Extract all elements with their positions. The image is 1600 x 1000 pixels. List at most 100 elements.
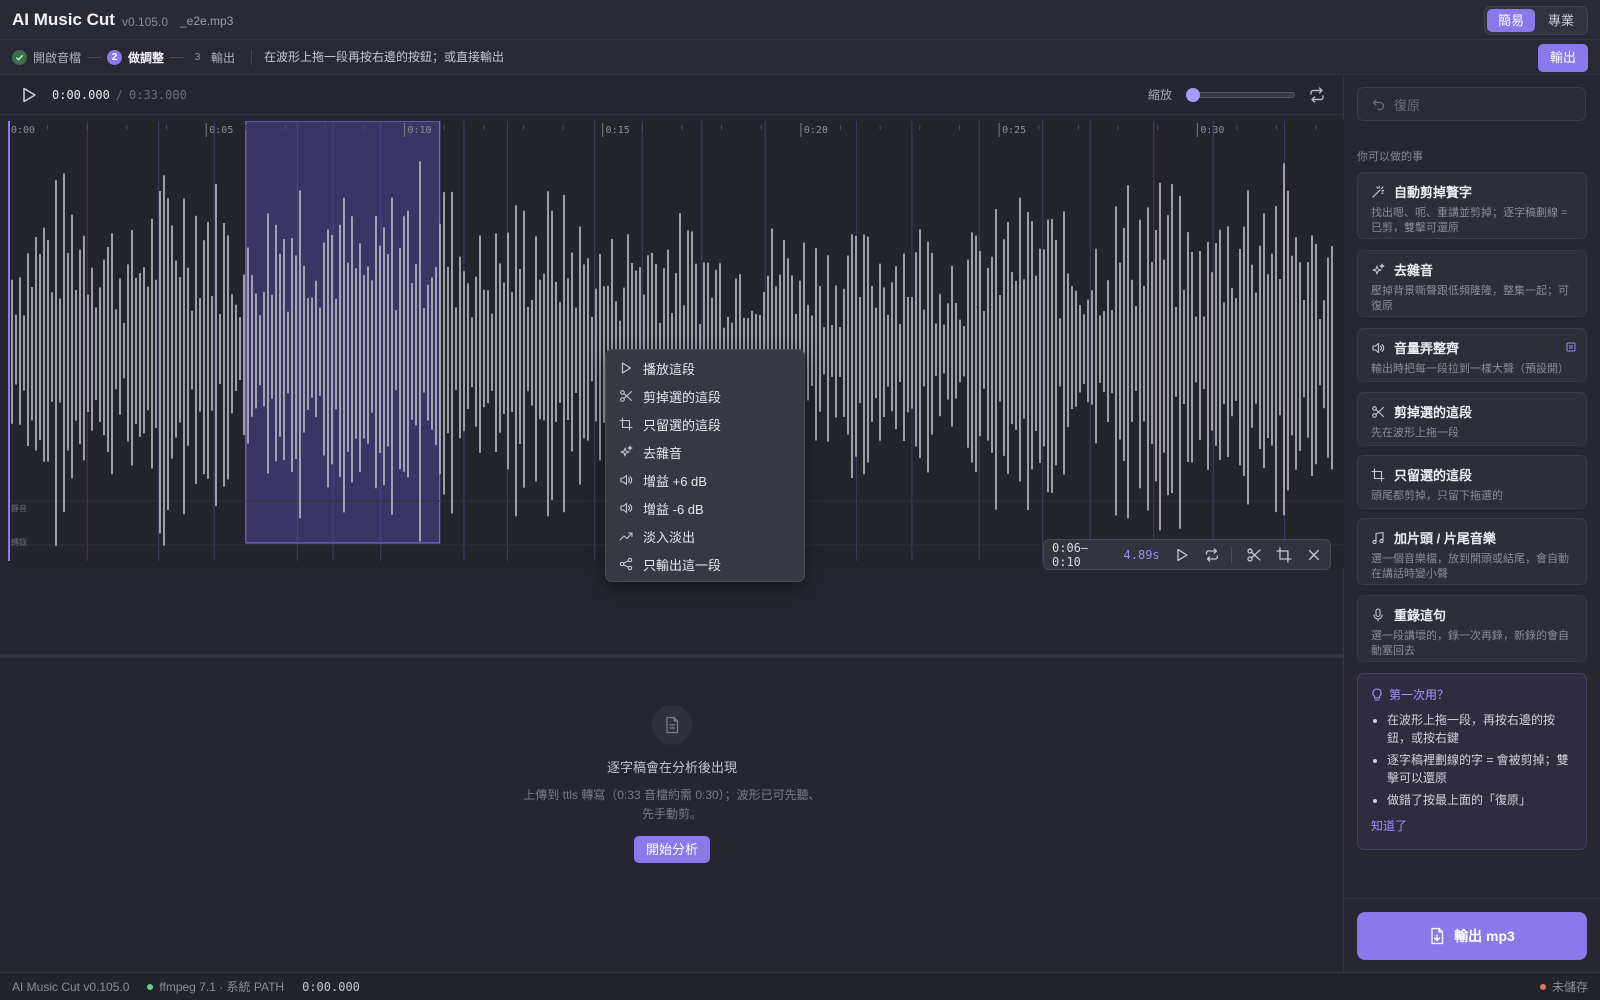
step-adjust[interactable]: 2 做調整	[107, 49, 164, 66]
menu-item-label: 剪掉選的這段	[643, 389, 722, 405]
volume-icon	[620, 474, 633, 486]
card-title: 加片頭 / 片尾音樂	[1394, 531, 1496, 546]
card-denoise[interactable]: 去雜音 壓掉背景嘶聲跟低頻隆隆，整集一起；可復原	[1357, 250, 1587, 317]
status-saved-label: 未儲存	[1551, 980, 1588, 994]
menu-item-cut-segment[interactable]: 剪掉選的這段	[606, 382, 804, 410]
crop-icon	[619, 417, 633, 431]
export-button[interactable]: 輸出	[1537, 44, 1588, 72]
loop-icon[interactable]	[1308, 86, 1326, 104]
menu-item-gain-up[interactable]: 增益 +6 dB	[606, 466, 804, 494]
step-label: 做調整	[128, 50, 165, 65]
card-normalize-volume[interactable]: 音量弄整齊 輸出時把每一段拉到一樣大聲（預設開）	[1357, 328, 1587, 382]
undo-button[interactable]: 復原	[1357, 87, 1586, 121]
lane-label: 轉錄	[11, 537, 27, 547]
context-menu: 播放這段 剪掉選的這段 只留選的這段 去雜音 增益 +6 dB 增益 -6 dB…	[605, 349, 805, 582]
status-app-version: AI Music Cut v0.105.0	[12, 979, 130, 994]
crop-icon	[1371, 467, 1385, 482]
card-rerecord[interactable]: 重錄這句 選一段講壞的，錄一次再錄，新錄的會自動塞回去	[1357, 595, 1587, 662]
file-export-icon	[1431, 927, 1444, 945]
card-keep-selection[interactable]: 只留選的這段 頭尾都剪掉，只留下拖選的	[1357, 455, 1587, 509]
total-time: 0:33.000	[129, 87, 187, 102]
zoom-label: 縮放	[1147, 88, 1172, 102]
export-mp3-label: 輸出 mp3	[1454, 928, 1515, 944]
menu-item-fade[interactable]: 淡入淡出	[606, 522, 804, 550]
step-separator	[87, 56, 102, 58]
start-analysis-button[interactable]: 開始分析	[633, 836, 710, 863]
first-time-tips: 第一次用？ 在波形上拖一段，再按右邊的按鈕，或按右鍵 逐字稿裡劃線的字 = 會被…	[1357, 673, 1587, 850]
toolbar-divider	[1231, 546, 1233, 563]
step-number: 2	[107, 49, 123, 65]
mode-pro-button[interactable]: 專業	[1537, 9, 1585, 32]
empty-state-line: 先手動剪。	[641, 807, 702, 821]
wand-icon	[1372, 185, 1385, 198]
mode-simple-button[interactable]: 簡易	[1486, 9, 1535, 32]
menu-item-keep-segment[interactable]: 只留選的這段	[606, 410, 804, 438]
sparkle-icon	[1372, 263, 1385, 274]
step-open-audio[interactable]: 開啟音檔	[12, 49, 81, 66]
dismiss-tips-link[interactable]: 知道了	[1371, 817, 1407, 834]
editor-main: 0:00.000 / 0:33.000 縮放 0:00 0:05 0:10 0:15 0…	[0, 75, 1344, 972]
file-name: _e2e.mp3	[180, 13, 234, 28]
selection-region[interactable]	[245, 121, 440, 543]
zoom-slider[interactable]	[1186, 88, 1295, 102]
check-icon	[12, 49, 27, 65]
ruler-label: 0:00	[11, 125, 35, 136]
empty-state-description: 上傳到 ttls 轉寫（0:33 音檔約需 0:30）；波形已可先聽、 先手動剪…	[0, 786, 1344, 824]
card-title: 音量弄整齊	[1394, 341, 1460, 356]
app-name: AI Music Cut	[12, 9, 115, 29]
tip-item: 逐字稿裡劃線的字 = 會被剪掉；雙擊可以還原	[1387, 751, 1573, 787]
loop-icon[interactable]	[1204, 547, 1220, 563]
card-description: 輸出時把每一段拉到一樣大聲（預設開）	[1371, 363, 1569, 375]
card-description: 找出嗯、呃、重講並剪掉；逐字稿劃線 = 已剪，雙擊可還原	[1371, 207, 1568, 234]
ruler-label: 0:05	[209, 125, 233, 136]
document-icon	[652, 705, 692, 745]
undo-icon	[1372, 98, 1385, 110]
menu-item-label: 淡入淡出	[643, 529, 696, 545]
volume-icon	[1372, 342, 1385, 353]
card-auto-remove-fillers[interactable]: 自動剪掉贅字 找出嗯、呃、重講並剪掉；逐字稿劃線 = 已剪，雙擊可還原	[1357, 172, 1587, 239]
current-time: 0:00.000	[52, 87, 110, 102]
menu-item-gain-down[interactable]: 增益 -6 dB	[606, 494, 804, 522]
undo-label: 復原	[1394, 97, 1421, 113]
ruler-label: 0:10	[407, 125, 431, 136]
lightbulb-icon	[1372, 687, 1382, 701]
play-icon[interactable]	[1174, 547, 1190, 563]
enabled-badge-icon[interactable]	[1566, 342, 1576, 352]
tips-list: 在波形上拖一段，再按右邊的按鈕，或按右鍵 逐字稿裡劃線的字 = 會被剪掉；雙擊可…	[1371, 711, 1573, 809]
selection-duration: 4.89s	[1123, 547, 1160, 562]
waveform-scrollbar[interactable]	[0, 654, 1344, 658]
transcript-empty-state: 逐字稿會在分析後出現 上傳到 ttls 轉寫（0:33 音檔約需 0:30）；波…	[0, 705, 1344, 863]
card-title: 去雜音	[1394, 263, 1434, 278]
ruler-label: 0:30	[1200, 125, 1224, 136]
selection-range: 0:06–0:10	[1052, 540, 1089, 569]
crop-icon[interactable]	[1276, 546, 1292, 563]
title-bar: AI Music Cut v0.105.0 _e2e.mp3 簡易 專業	[0, 0, 1600, 40]
status-save-state: 未儲存	[1539, 978, 1588, 995]
sparkle-icon	[620, 445, 633, 457]
card-cut-selection[interactable]: 剪掉選的這段 先在波形上拖一段	[1357, 392, 1587, 446]
card-title: 剪掉選的這段	[1394, 405, 1473, 420]
menu-item-export-segment[interactable]: 只輸出這一段	[606, 550, 804, 578]
scissors-icon[interactable]	[1246, 547, 1262, 563]
export-mp3-button[interactable]: 輸出 mp3	[1357, 912, 1587, 960]
actions-sidebar: 復原 你可以做的事 自動剪掉贅字 找出嗯、呃、重講並剪掉；逐字稿劃線 = 已剪，…	[1344, 75, 1600, 972]
step-label: 輸出	[211, 50, 236, 65]
status-ffmpeg: ffmpeg 7.1 · 系統 PATH	[147, 978, 284, 995]
card-description: 選一段講壞的，錄一次再錄，新錄的會自動塞回去	[1371, 630, 1569, 657]
scissors-icon	[1372, 405, 1385, 418]
card-intro-outro-music[interactable]: 加片頭 / 片尾音樂 選一個音樂檔，放到開頭或結尾，會自動在講話時變小聲	[1357, 518, 1587, 585]
menu-item-play-segment[interactable]: 播放這段	[606, 354, 804, 382]
menu-item-denoise[interactable]: 去雜音	[606, 438, 804, 466]
close-icon[interactable]	[1306, 547, 1322, 563]
step-export[interactable]: 3 輸出	[190, 49, 235, 66]
ruler-label: 0:20	[804, 125, 828, 136]
steps-bar: 開啟音檔 2 做調整 3 輸出 在波形上拖一段再按右邊的按鈕；或直接輸出 輸出	[0, 40, 1600, 75]
card-description: 頭尾都剪掉，只留下拖選的	[1371, 490, 1503, 502]
tips-title: 第一次用？	[1389, 688, 1450, 702]
scissors-icon	[620, 390, 633, 402]
card-description: 選一個音樂檔，放到開頭或結尾，會自動在講話時變小聲	[1371, 553, 1569, 580]
play-icon[interactable]	[20, 86, 38, 104]
step-hint: 在波形上拖一段再按右邊的按鈕；或直接輸出	[251, 49, 504, 65]
time-separator: /	[115, 87, 124, 102]
zoom-slider-handle[interactable]	[1186, 88, 1200, 102]
